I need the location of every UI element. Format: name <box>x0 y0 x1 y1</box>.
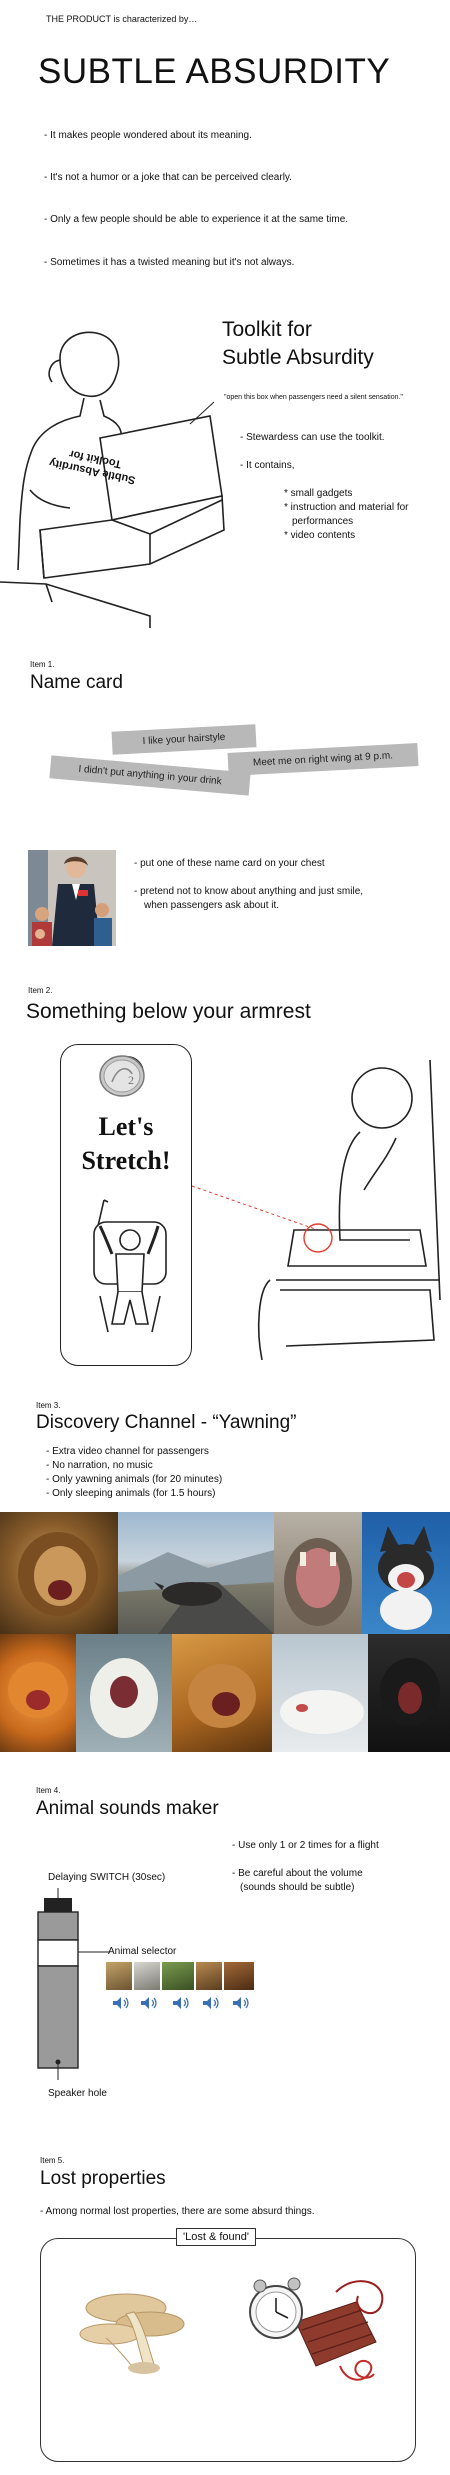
yawning-hippo-photo <box>274 1512 362 1634</box>
item3-label: Item 3. <box>36 1401 61 1410</box>
item1-label: Item 1. <box>30 660 55 669</box>
speaker-icon-5[interactable] <box>232 1996 250 2010</box>
speaker-icon-4[interactable] <box>202 1996 220 2010</box>
animal-thumb-1[interactable] <box>106 1962 132 1990</box>
intro-point-4: - Sometimes it has a twisted meaning but… <box>44 257 295 268</box>
yawning-kitten-photo <box>0 1634 76 1752</box>
yawning-lion-photo <box>0 1512 118 1634</box>
toolkit-sub-3: * video contents <box>284 530 356 541</box>
animal-thumb-2[interactable] <box>134 1962 160 1990</box>
stewardess-photo <box>28 850 116 946</box>
item4-bullet-2-line2: (sounds should be subtle) <box>240 1882 355 1893</box>
item3-point-2: - No narration, no music <box>46 1460 153 1471</box>
toolkit-title-line2: Subtle Absurdity <box>222 346 374 369</box>
toolkit-bullet-2: - It contains, <box>240 460 295 471</box>
toolkit-sub-2b: performances <box>292 516 354 527</box>
yawning-lioness-photo <box>172 1634 272 1752</box>
selector-label: Animal selector <box>108 1946 177 1957</box>
seat-illustration <box>191 1059 441 1361</box>
toolkit-note: "open this box when passengers need a si… <box>224 394 403 401</box>
item5-description: - Among normal lost properties, there ar… <box>40 2206 315 2217</box>
name-card-1: I like your hairstyle <box>111 724 257 755</box>
name-card-3: I didn't put anything in your drink <box>49 755 251 796</box>
page-title: SUBTLE ABSURDITY <box>38 52 391 91</box>
mushroom-object <box>79 2293 185 2374</box>
item4-title: Animal sounds maker <box>36 1798 219 1819</box>
item4-label: Item 4. <box>36 1786 61 1795</box>
item3-title: Discovery Channel - “Yawning” <box>36 1412 297 1433</box>
speaker-icon-2[interactable] <box>140 1996 158 2010</box>
yawning-dog-road-photo <box>118 1512 274 1634</box>
lost-and-found-label: 'Lost & found' <box>176 2228 256 2246</box>
speaker-icon-3[interactable] <box>172 1996 190 2010</box>
toolkit-sub-1: * small gadgets <box>284 488 353 499</box>
name-card-2: Meet me on right wing at 9 p.m. <box>227 743 419 776</box>
intro-point-3: - Only a few people should be able to ex… <box>44 214 349 225</box>
svg-text:2: 2 <box>128 1073 134 1087</box>
animal-thumb-4[interactable] <box>196 1962 222 1990</box>
item1-bullet-2-line2: when passengers ask about it. <box>144 900 280 911</box>
yawning-cat-photo <box>362 1512 450 1634</box>
item3-point-4: - Only sleeping animals (for 1.5 hours) <box>46 1488 216 1499</box>
stretch-figure-icon <box>93 1199 167 1333</box>
animal-thumb-5[interactable] <box>224 1962 254 1990</box>
toolkit-sub-2: * instruction and material for <box>284 502 409 513</box>
item3-point-3: - Only yawning animals (for 20 minutes) <box>46 1474 223 1485</box>
item2-title: Something below your armrest <box>26 1000 311 1023</box>
speaker-label: Speaker hole <box>48 2088 107 2099</box>
item1-bullet-1: - put one of these name card on your che… <box>134 858 325 869</box>
stretch-card-line2: Stretch! <box>81 1146 171 1175</box>
item1-title: Name card <box>30 672 123 693</box>
intro-point-1: - It makes people wondered about its mea… <box>44 130 252 141</box>
yawning-gorilla-photo <box>368 1634 450 1752</box>
switch-label: Delaying SWITCH (30sec) <box>48 1872 166 1883</box>
item5-title: Lost properties <box>40 2168 166 2189</box>
toolkit-bullet-1: - Stewardess can use the toolkit. <box>240 432 385 443</box>
speaker-icon-1[interactable] <box>112 1996 130 2010</box>
item4-bullet-2-line1: - Be careful about the volume <box>232 1868 363 1879</box>
item4-bullet-1: - Use only 1 or 2 times for a flight <box>232 1840 379 1851</box>
intro-lead: THE PRODUCT is characterized by… <box>46 14 198 24</box>
item3-point-1: - Extra video channel for passengers <box>46 1446 209 1457</box>
item2-label: Item 2. <box>28 986 53 995</box>
stretch-card-line1: Let's <box>98 1112 154 1141</box>
item5-label: Item 5. <box>40 2156 65 2165</box>
yawning-seal-photo <box>272 1634 368 1752</box>
clock-and-wire-object <box>249 2277 384 2381</box>
item1-bullet-2-line1: - pretend not to know about anything and… <box>134 886 364 897</box>
coin-icon: 2 <box>99 1055 145 1097</box>
toolkit-title-line1: Toolkit for <box>222 318 312 341</box>
yawning-polar-bear-photo <box>76 1634 172 1752</box>
intro-point-2: - It's not a humor or a joke that can be… <box>44 172 292 183</box>
animal-thumb-3[interactable] <box>162 1962 194 1990</box>
